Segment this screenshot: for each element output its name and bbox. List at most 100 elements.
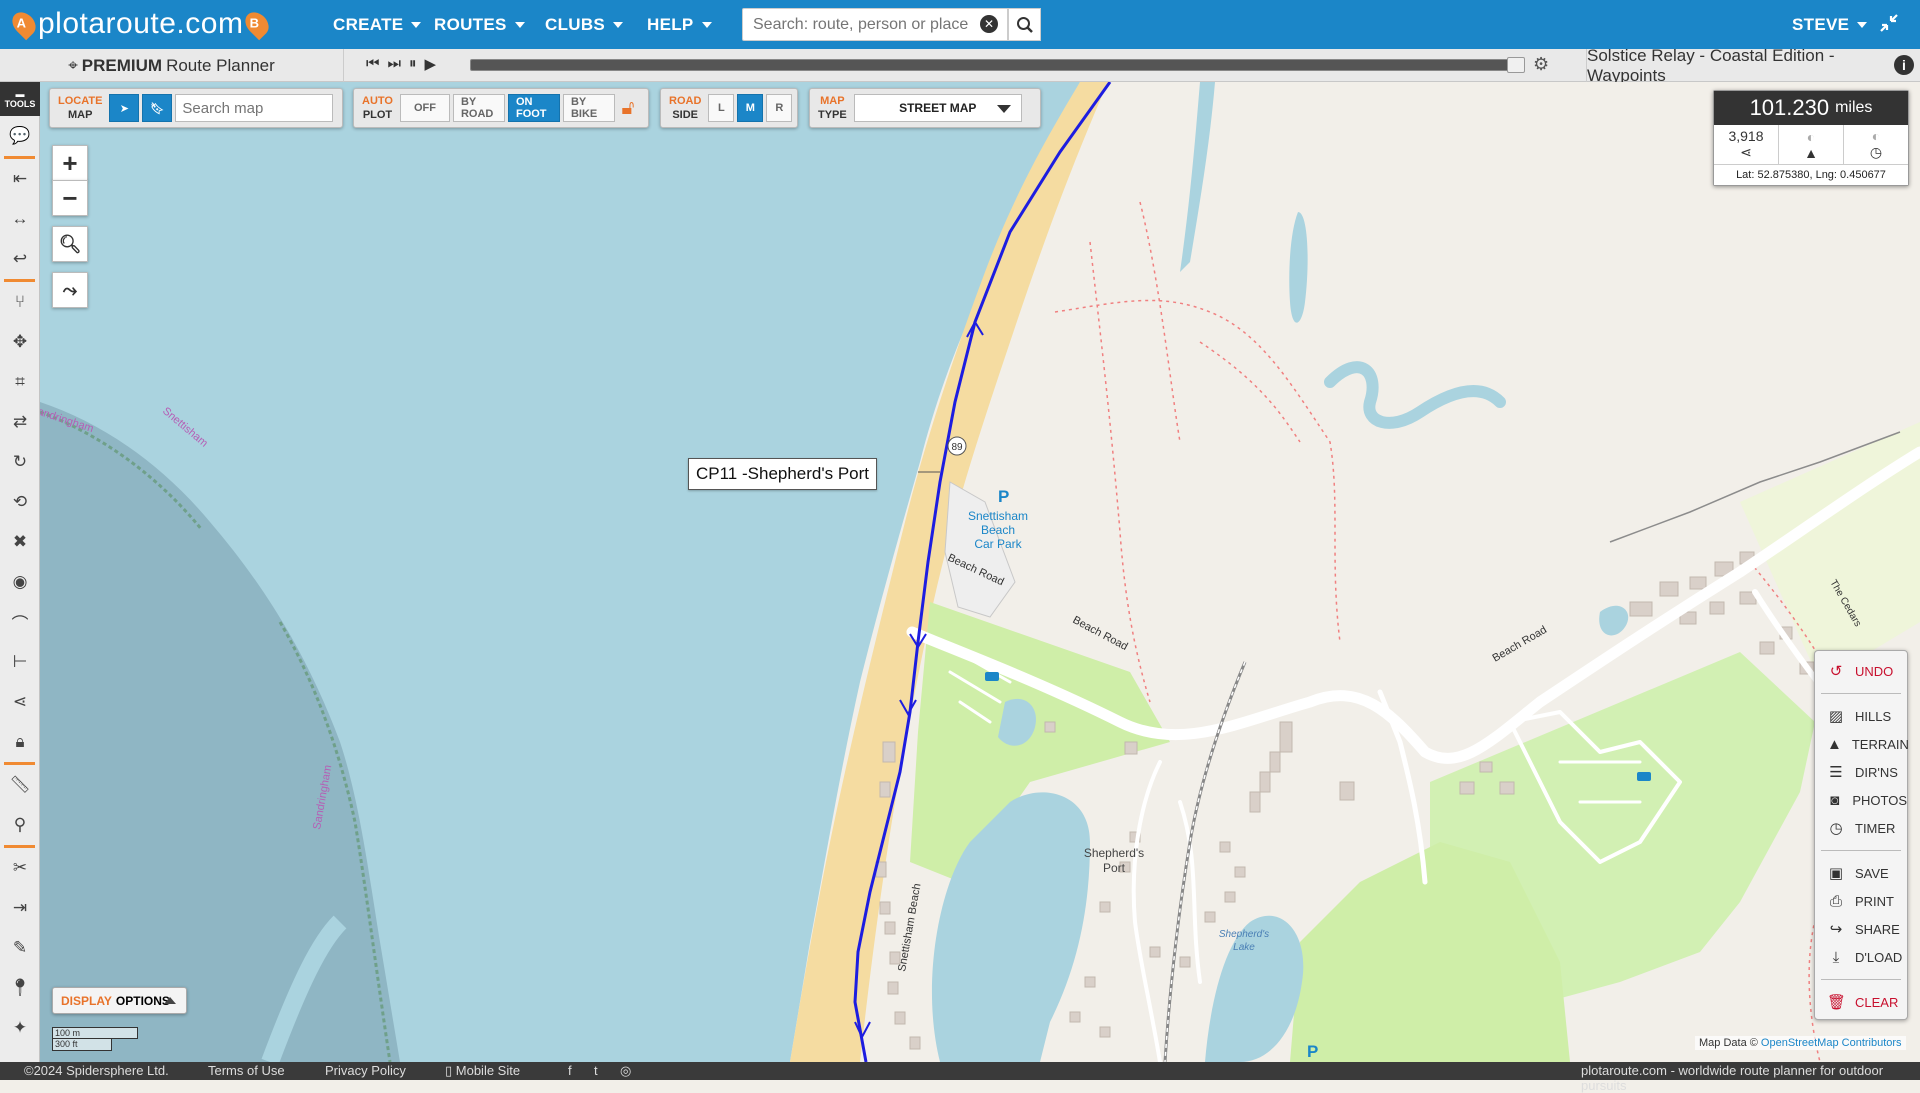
user-menu[interactable]: STEVE (1792, 0, 1868, 49)
save-button[interactable]: ▣ SAVE (1815, 859, 1907, 887)
collapse-icon[interactable] (1878, 12, 1900, 40)
map-type-label: MAP TYPE (818, 95, 847, 121)
comment-tool-icon[interactable]: 💬 (0, 116, 40, 156)
shepherds-port-label-2: Port (1103, 861, 1126, 875)
site-search-input[interactable] (742, 8, 1008, 41)
roadside-middle-button[interactable]: M (737, 94, 764, 122)
span-tool-icon[interactable]: ⊢ (0, 642, 40, 682)
info-icon[interactable]: i (1894, 55, 1914, 75)
shepherds-lake-label-2: Lake (1233, 942, 1255, 953)
gear-icon[interactable]: ⚙ (1533, 54, 1549, 75)
menu-clubs[interactable]: CLUBS (545, 0, 624, 49)
mobile-site-link[interactable]: ▯ Mobile Site (445, 1063, 520, 1079)
zoom-in-button[interactable]: + (52, 145, 88, 181)
pencil-tool-icon[interactable]: ✎ (0, 928, 40, 968)
share-button[interactable]: ↪ SHARE (1815, 915, 1907, 943)
instagram-icon[interactable]: ◎ (620, 1063, 631, 1079)
clear-button[interactable]: 🗑︎ CLEAR (1815, 988, 1907, 1016)
ruler-tool-icon[interactable]: 📏︎ (0, 765, 40, 805)
privacy-link[interactable]: Privacy Policy (325, 1063, 406, 1078)
map-type-select[interactable]: STREET MAP (853, 94, 1022, 122)
premium-planner-title[interactable]: ⌖ PREMIUM Route Planner (0, 49, 344, 82)
directions-button[interactable]: ☰ DIR'NS (1815, 758, 1907, 786)
route-view-button[interactable]: ⤳ (52, 272, 88, 308)
undo-button[interactable]: ↺ UNDO (1815, 657, 1907, 685)
skip-start-icon[interactable]: ⏮ (366, 55, 380, 73)
start-line-tool-icon[interactable]: ⇤ (0, 159, 40, 199)
lock-tool-icon[interactable]: 🔒︎ (0, 722, 40, 762)
pause-icon[interactable]: ⏸ (409, 55, 417, 73)
measure-line-tool-icon[interactable]: ↔ (0, 199, 40, 239)
branch-tool-icon[interactable]: ⑂ (0, 282, 40, 322)
waypoint-label[interactable]: CP11 -Shepherd's Port (688, 458, 878, 490)
reverse-tool-icon[interactable]: ⇄ (0, 402, 40, 442)
waypoint-tool-icon[interactable]: ◉ (0, 562, 40, 602)
hills-button[interactable]: ▨ HILLS (1815, 702, 1907, 730)
bookmark-button[interactable]: 🔖︎ (142, 94, 173, 122)
share-count-cell[interactable]: 3,918 ⋖ (1714, 125, 1779, 164)
return-tool-icon[interactable]: ↩ (0, 239, 40, 279)
timer-toggle-cell[interactable]: ◐ ◷ (1844, 125, 1908, 164)
scissors-tool-icon[interactable]: ✂ (0, 848, 40, 888)
photos-button[interactable]: ◙ PHOTOS (1815, 786, 1907, 814)
car-park-label-1: Snettisham (968, 509, 1028, 523)
play-icon[interactable]: ▶ (425, 55, 437, 73)
display-options-button[interactable]: DISPLAY OPTIONS (52, 987, 187, 1014)
playback-progress-slider[interactable] (470, 57, 1525, 73)
locate-me-button[interactable]: ➤ (109, 94, 140, 122)
roadside-left-button[interactable]: L (708, 94, 735, 122)
autoplot-by-bike-button[interactable]: BY BIKE (562, 94, 615, 122)
menu-routes[interactable]: ROUTES (434, 0, 525, 49)
roadside-right-button[interactable]: R (766, 94, 793, 122)
magic-wand-tool-icon[interactable]: ✦ (0, 1008, 40, 1048)
menu-help[interactable]: HELP (647, 0, 712, 49)
print-button[interactable]: ⎙ PRINT (1815, 887, 1907, 915)
zoom-to-route-button[interactable]: 🔍︎ (52, 226, 88, 262)
map-scale: 100 m 300 ft (52, 1027, 138, 1051)
download-button[interactable]: ⤓ D'LOAD (1815, 943, 1907, 971)
plus-icon: + (62, 147, 78, 178)
pin-tool-icon[interactable]: ⚲ (0, 805, 40, 845)
elevation-toggle-cell[interactable]: ◐ ▲ (1779, 125, 1844, 164)
menu-create[interactable]: CREATE (333, 0, 422, 49)
scale-metric: 100 m (52, 1027, 138, 1039)
route-distance[interactable]: 101.230 miles (1714, 91, 1908, 125)
unlock-icon[interactable]: 🔓︎ (618, 96, 638, 120)
scale-imperial: 300 ft (52, 1039, 112, 1051)
crop-tool-icon[interactable]: ⌗ (0, 362, 40, 402)
terrain-button[interactable]: ▲ TERRAIN (1815, 730, 1909, 758)
delete-tool-icon[interactable]: ✖ (0, 522, 40, 562)
autoplot-on-foot-button[interactable]: ON FOOT (507, 94, 560, 122)
slider-handle[interactable] (1507, 57, 1525, 73)
join-tool-icon[interactable]: ⇥ (0, 888, 40, 928)
move-tool-icon[interactable]: ✥ (0, 322, 40, 362)
step-forward-icon[interactable]: ⏭ (388, 55, 402, 73)
tools-button[interactable]: ▬ TOOLS (0, 82, 40, 116)
route-stats-panel: 101.230 miles 3,918 ⋖ ◐ ▲ ◐ ◷ Lat: 52.875380… (1713, 90, 1909, 186)
autoplot-by-road-button[interactable]: BY ROAD (452, 94, 505, 122)
terms-link[interactable]: Terms of Use (208, 1063, 285, 1078)
parking-icon: P (998, 487, 1009, 506)
clear-search-icon[interactable]: ✕ (980, 15, 998, 33)
bridge-tool-icon[interactable]: ⌒ (0, 602, 40, 642)
facebook-icon[interactable]: f (568, 1063, 572, 1078)
autoplot-off-button[interactable]: OFF (399, 94, 450, 122)
twitter-icon[interactable]: t (594, 1063, 598, 1078)
share-tool-icon[interactable]: ⋖ (0, 682, 40, 722)
timer-button[interactable]: ◷ TIMER (1815, 814, 1907, 842)
loop-tool-icon[interactable]: ↻ (0, 442, 40, 482)
osm-link[interactable]: OpenStreetMap Contributors (1761, 1037, 1902, 1049)
shepherds-lake-label-1: Shepherd's (1219, 929, 1269, 940)
mountain-icon: ▲ (1804, 144, 1818, 161)
search-button[interactable] (1008, 8, 1041, 41)
map-search-input[interactable] (175, 94, 334, 122)
map-canvas[interactable]: 89 P Snettisham Beach Car Park P Beach R… (40, 82, 1920, 1062)
marker-tool-icon[interactable]: 📍︎ (0, 968, 40, 1008)
circular-tool-icon[interactable]: ⟲ (0, 482, 40, 522)
zoom-out-button[interactable]: − (52, 180, 88, 216)
clock-icon: ◷ (1869, 144, 1883, 160)
site-logo[interactable]: A plotaroute.com B (7, 3, 274, 45)
divider (1821, 693, 1901, 694)
chevron-down-icon (701, 21, 712, 28)
bookmark-icon: 🔖︎ (150, 102, 165, 115)
